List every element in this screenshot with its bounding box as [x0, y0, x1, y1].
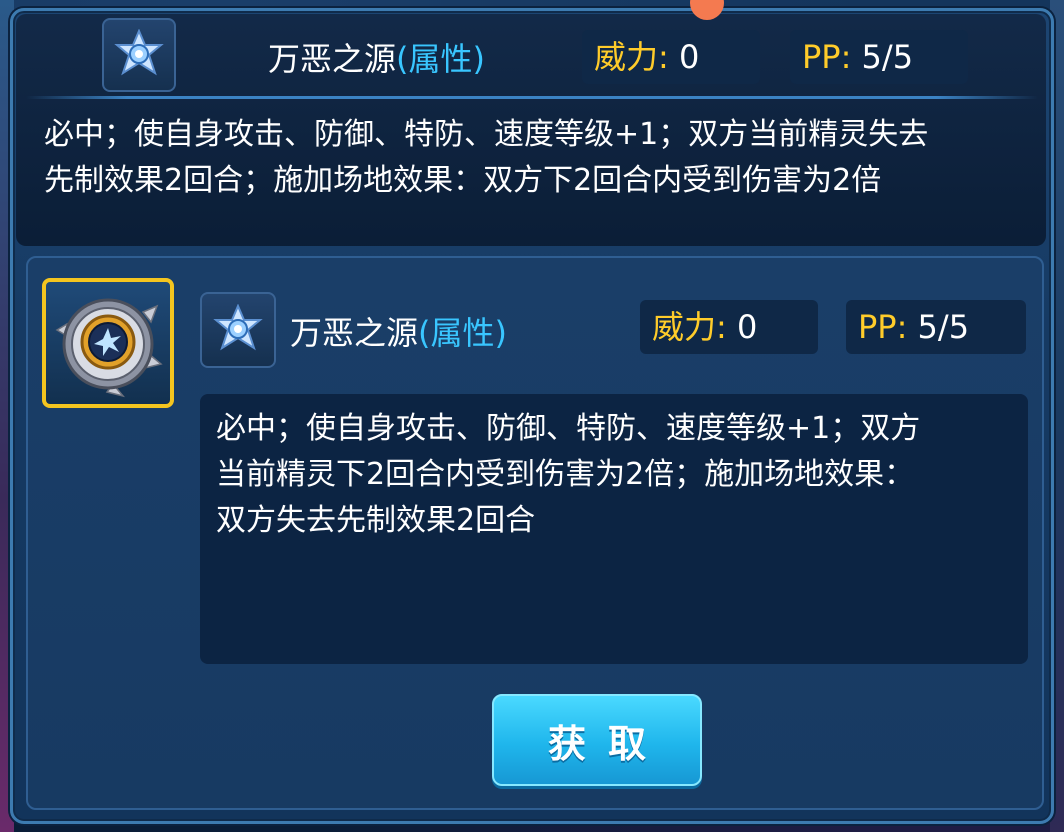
power-label: 威力: [594, 38, 669, 76]
new-skill-description: 必中；使自身攻击、防御、特防、速度等级+1；双方 当前精灵下2回合内受到伤害为2… [216, 406, 1010, 544]
star-gem-icon [213, 304, 263, 351]
description-line: 必中；使自身攻击、防御、特防、速度等级+1；双方 [216, 411, 921, 446]
power-value: 0 [678, 38, 700, 76]
description-line: 双方失去先制效果2回合 [216, 503, 536, 538]
pp-value: 5/5 [861, 38, 914, 76]
new-skill-pp: PP: 5/5 [846, 300, 1026, 354]
power-label: 威力: [652, 308, 727, 346]
skill-item-frame[interactable] [42, 278, 174, 408]
current-skill-name: 万恶之源(属性) [268, 34, 485, 80]
pp-label: PP: [802, 38, 852, 76]
new-skill-icon-box [200, 292, 276, 368]
new-skill-name-text: 万恶之源 [290, 314, 419, 352]
current-skill-description: 必中；使自身攻击、防御、特防、速度等级+1；双方当前精灵失去 先制效果2回合；施… [44, 112, 928, 204]
pp-label: PP: [858, 308, 908, 346]
pp-value: 5/5 [917, 308, 970, 346]
description-line: 当前精灵下2回合内受到伤害为2倍；施加场地效果： [216, 457, 915, 492]
current-skill-icon-box [102, 18, 176, 92]
current-skill-power: 威力: 0 [582, 30, 760, 84]
spiked-orb-icon [55, 298, 163, 398]
star-gem-icon [114, 29, 164, 76]
current-skill-type: (属性) [396, 40, 485, 78]
header-divider [26, 96, 1038, 99]
power-value: 0 [736, 308, 758, 346]
new-skill-power: 威力: 0 [640, 300, 818, 354]
new-skill-description-box: 必中；使自身攻击、防御、特防、速度等级+1；双方 当前精灵下2回合内受到伤害为2… [200, 394, 1028, 664]
description-line: 必中；使自身攻击、防御、特防、速度等级+1；双方当前精灵失去 [44, 117, 929, 152]
new-skill-type: (属性) [418, 314, 507, 352]
new-skill-name: 万恶之源(属性) [290, 308, 507, 354]
current-skill-name-text: 万恶之源 [268, 40, 397, 78]
current-skill-pp: PP: 5/5 [790, 30, 968, 84]
description-line: 先制效果2回合；施加场地效果：双方下2回合内受到伤害为2倍 [44, 163, 882, 198]
get-button[interactable]: 获取 [492, 694, 702, 786]
